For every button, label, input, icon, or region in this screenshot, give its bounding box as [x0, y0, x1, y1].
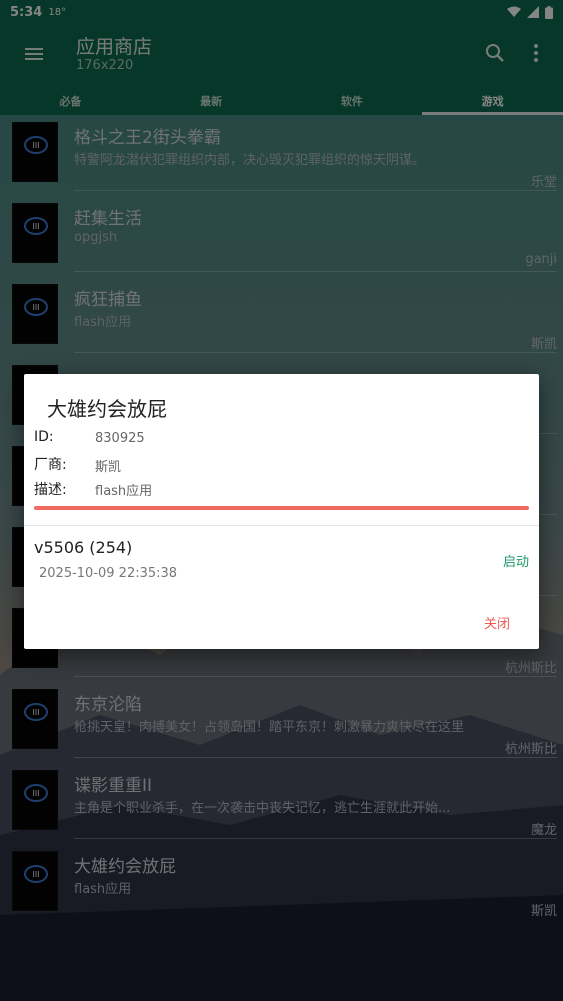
- close-button[interactable]: 关闭: [484, 613, 510, 632]
- vendor-value: 斯凯: [95, 460, 122, 475]
- dialog-title: 大雄约会放屁: [47, 397, 167, 421]
- vendor-label: 厂商:: [34, 457, 67, 473]
- version-label: v5506 (254): [34, 538, 133, 557]
- launch-button[interactable]: 启动: [503, 551, 529, 570]
- description-value: flash应用: [95, 484, 153, 499]
- divider: [24, 525, 539, 526]
- id-label: ID:: [34, 429, 54, 445]
- app-detail-dialog: 大雄约会放屁 ID: 830925 厂商: 斯凯 描述: flash应用 v55…: [24, 374, 539, 649]
- release-date: 2025-10-09 22:35:38: [39, 566, 178, 581]
- id-value: 830925: [95, 431, 145, 446]
- description-label: 描述:: [34, 482, 67, 498]
- download-progress-bar: [34, 506, 529, 510]
